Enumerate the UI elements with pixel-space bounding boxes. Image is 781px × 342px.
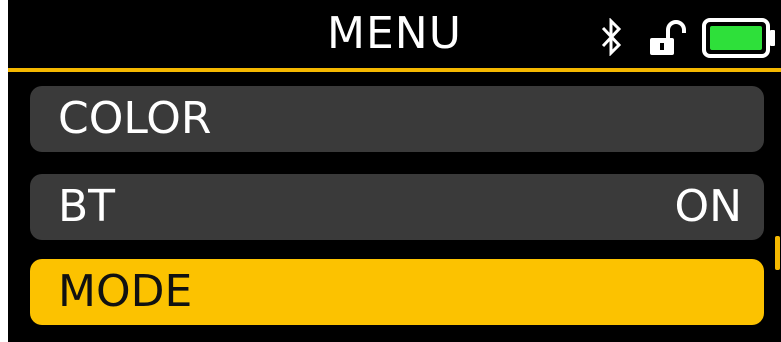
menu-item-label: COLOR <box>58 93 212 144</box>
menu-item-label: BT <box>58 181 116 232</box>
menu-item-value: ON <box>674 181 742 232</box>
menu-item-mode[interactable]: MODE <box>30 259 764 325</box>
menu-item-bt[interactable]: BT ON <box>30 174 764 240</box>
menu-item-color[interactable]: COLOR <box>30 86 764 152</box>
scrollbar-thumb[interactable] <box>775 236 780 270</box>
menu-list: COLOR BT ON MODE <box>8 0 781 342</box>
device-screen: MENU COLOR BT ON MODE <box>8 0 781 342</box>
menu-item-label: MODE <box>58 266 193 317</box>
